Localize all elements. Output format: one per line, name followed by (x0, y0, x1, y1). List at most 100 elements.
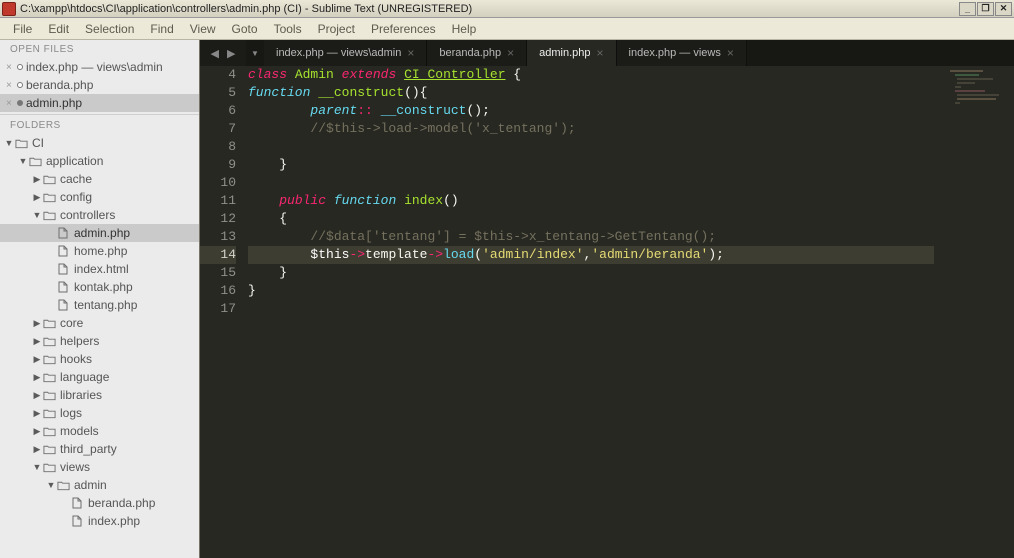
tab-close-icon[interactable]: × (407, 46, 414, 60)
tree-label: core (60, 316, 83, 330)
editor-tab[interactable]: index.php — views\admin× (264, 40, 427, 66)
menu-view[interactable]: View (183, 21, 223, 37)
disclosure-icon[interactable]: ▶ (32, 372, 42, 383)
folder-item[interactable]: ▼CI (0, 134, 199, 152)
folder-item[interactable]: ▶libraries (0, 386, 199, 404)
code-body[interactable]: class Admin extends CI_Controller {funct… (248, 66, 934, 558)
line-number: 17 (200, 300, 236, 318)
menu-selection[interactable]: Selection (78, 21, 141, 37)
menu-file[interactable]: File (6, 21, 39, 37)
folder-icon (42, 461, 56, 473)
tab-dropdown-icon[interactable]: ▼ (246, 40, 264, 66)
disclosure-icon[interactable]: ▼ (4, 138, 14, 148)
code-line[interactable]: //$data['tentang'] = $this->x_tentang->G… (248, 228, 934, 246)
tab-close-icon[interactable]: × (507, 46, 514, 60)
folder-item[interactable]: ▶models (0, 422, 199, 440)
editor-pane: ◀ ▶ ▼ index.php — views\admin×beranda.ph… (200, 40, 1014, 558)
code-line[interactable]: { (248, 210, 934, 228)
code-line[interactable]: $this->template->load('admin/index','adm… (248, 246, 934, 264)
code-line[interactable]: } (248, 264, 934, 282)
code-line[interactable]: class Admin extends CI_Controller { (248, 66, 934, 84)
code-line[interactable]: parent:: __construct(); (248, 102, 934, 120)
open-file-item[interactable]: ×beranda.php (0, 76, 199, 94)
close-icon[interactable]: × (6, 98, 16, 109)
folder-item[interactable]: ▶helpers (0, 332, 199, 350)
tree-label: controllers (60, 208, 115, 222)
disclosure-icon[interactable]: ▶ (32, 318, 42, 329)
folder-item[interactable]: ▶third_party (0, 440, 199, 458)
folder-item[interactable]: ▶language (0, 368, 199, 386)
folder-icon (56, 479, 70, 491)
folder-item[interactable]: ▶config (0, 188, 199, 206)
code-line[interactable]: function __construct(){ (248, 84, 934, 102)
disclosure-icon[interactable]: ▶ (32, 354, 42, 365)
disclosure-icon[interactable]: ▶ (32, 426, 42, 437)
code-line[interactable] (248, 138, 934, 156)
disclosure-icon[interactable]: ▼ (32, 462, 42, 472)
disclosure-icon[interactable]: ▼ (32, 210, 42, 220)
file-item[interactable]: tentang.php (0, 296, 199, 314)
folder-item[interactable]: ▼admin (0, 476, 199, 494)
folder-item[interactable]: ▶ core (0, 314, 199, 332)
menu-project[interactable]: Project (311, 21, 362, 37)
menu-edit[interactable]: Edit (41, 21, 76, 37)
line-number: 12 (200, 210, 236, 228)
disclosure-icon[interactable]: ▶ (32, 444, 42, 455)
dirty-indicator-icon (17, 64, 23, 70)
minimap[interactable] (934, 66, 1014, 558)
code-line[interactable]: } (248, 282, 934, 300)
code-line[interactable]: //$this->load->model('x_tentang'); (248, 120, 934, 138)
code-area[interactable]: 4567891011121314151617 class Admin exten… (200, 66, 1014, 558)
tab-next-icon[interactable]: ▶ (227, 47, 235, 60)
file-item[interactable]: index.php (0, 512, 199, 530)
code-line[interactable] (248, 300, 934, 318)
file-item[interactable]: kontak.php (0, 278, 199, 296)
tab-close-icon[interactable]: × (597, 46, 604, 60)
file-item[interactable]: home.php (0, 242, 199, 260)
menu-preferences[interactable]: Preferences (364, 21, 443, 37)
code-line[interactable]: } (248, 156, 934, 174)
editor-tab[interactable]: admin.php× (527, 40, 616, 66)
close-icon[interactable]: × (6, 80, 16, 91)
line-number: 11 (200, 192, 236, 210)
disclosure-icon[interactable]: ▼ (18, 156, 28, 166)
close-button[interactable]: ✕ (995, 2, 1012, 16)
tree-label: index.php (88, 514, 140, 528)
folder-item[interactable]: ▶cache (0, 170, 199, 188)
folder-icon (42, 317, 56, 329)
file-icon (56, 263, 70, 275)
open-file-item[interactable]: ×admin.php (0, 94, 199, 112)
folder-item[interactable]: ▶hooks (0, 350, 199, 368)
menu-goto[interactable]: Goto (225, 21, 265, 37)
folder-item[interactable]: ▼application (0, 152, 199, 170)
menu-find[interactable]: Find (143, 21, 180, 37)
file-item[interactable]: beranda.php (0, 494, 199, 512)
line-number: 15 (200, 264, 236, 282)
minimize-button[interactable]: _ (959, 2, 976, 16)
restore-button[interactable]: ❐ (977, 2, 994, 16)
folder-icon (42, 335, 56, 347)
disclosure-icon[interactable]: ▶ (32, 192, 42, 203)
disclosure-icon[interactable]: ▶ (32, 408, 42, 419)
disclosure-icon[interactable]: ▶ (32, 390, 42, 401)
code-line[interactable] (248, 174, 934, 192)
code-line[interactable]: public function index() (248, 192, 934, 210)
tab-close-icon[interactable]: × (727, 46, 734, 60)
tree-label: kontak.php (74, 280, 133, 294)
tree-label: tentang.php (74, 298, 137, 312)
editor-tab[interactable]: beranda.php× (427, 40, 527, 66)
folder-item[interactable]: ▼views (0, 458, 199, 476)
disclosure-icon[interactable]: ▶ (32, 336, 42, 347)
file-item[interactable]: admin.php (0, 224, 199, 242)
disclosure-icon[interactable]: ▶ (32, 174, 42, 185)
editor-tab[interactable]: index.php — views× (617, 40, 747, 66)
tab-prev-icon[interactable]: ◀ (211, 47, 219, 60)
close-icon[interactable]: × (6, 62, 16, 73)
open-file-item[interactable]: ×index.php — views\admin (0, 58, 199, 76)
menu-tools[interactable]: Tools (267, 21, 309, 37)
menu-help[interactable]: Help (445, 21, 484, 37)
folder-item[interactable]: ▼ controllers (0, 206, 199, 224)
file-item[interactable]: index.html (0, 260, 199, 278)
disclosure-icon[interactable]: ▼ (46, 480, 56, 490)
folder-item[interactable]: ▶logs (0, 404, 199, 422)
